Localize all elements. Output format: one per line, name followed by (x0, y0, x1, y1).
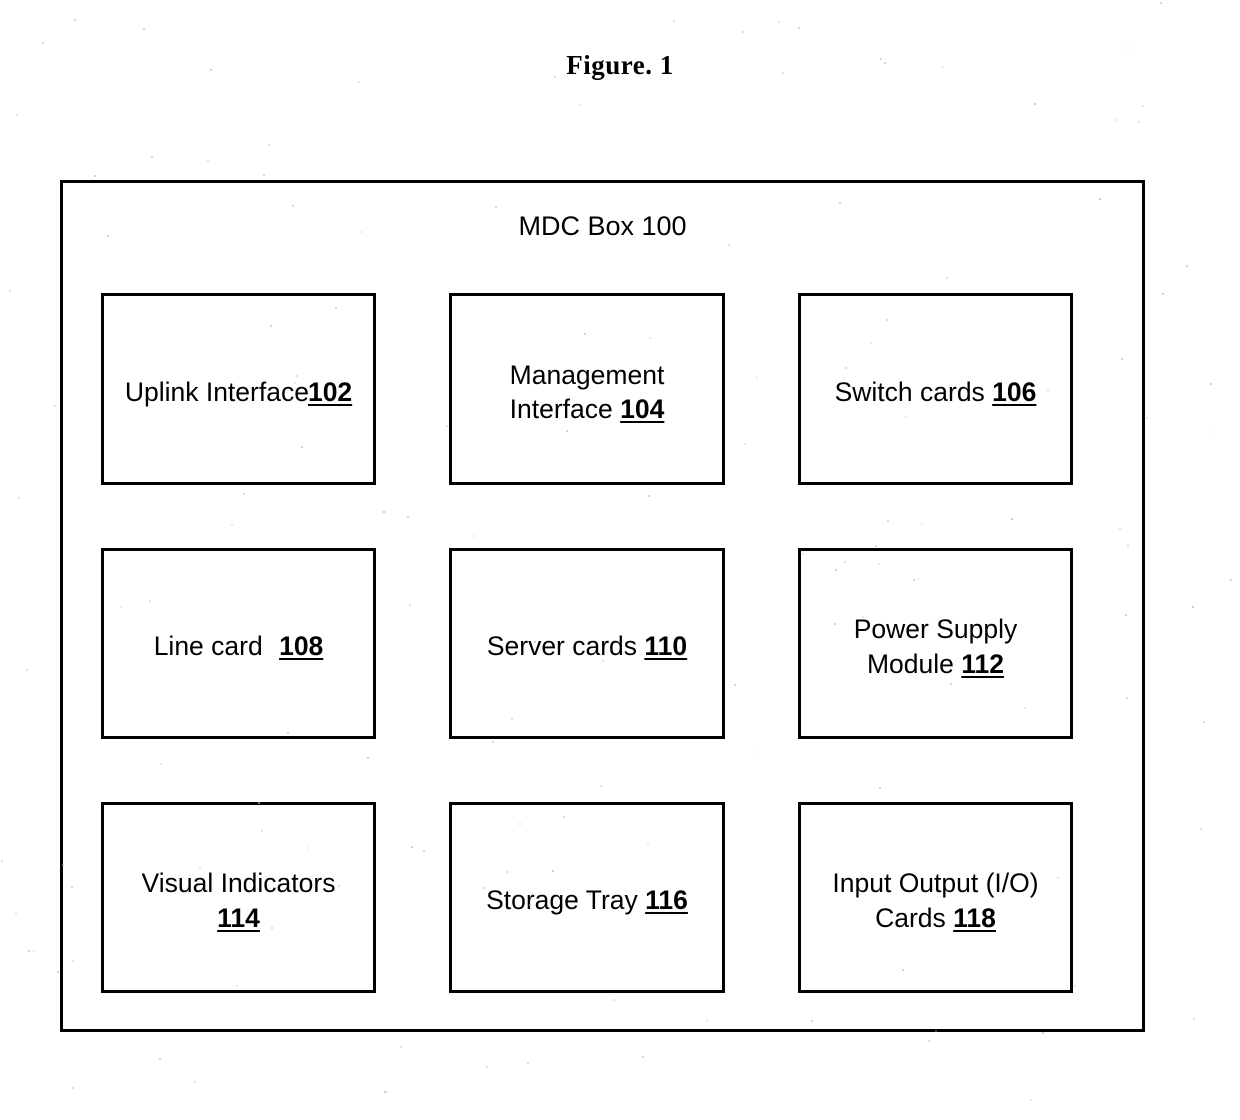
component-name-uplink-interface: Uplink Interface (124, 376, 309, 407)
component-box-uplink-interface: Uplink Interface102 (101, 293, 376, 485)
reference-numeral-106: 106 (992, 376, 1037, 407)
mdc-box-title: MDC Box 100 (518, 211, 687, 241)
reference-numeral-110: 110 (644, 631, 688, 662)
component-box-storage-tray: Storage Tray 116 (449, 802, 725, 993)
component-label-line-card: Line card 108 (148, 629, 330, 663)
component-label-storage-tray: Storage Tray 116 (480, 883, 694, 917)
reference-numeral-102: 102 (307, 376, 353, 407)
component-grid: Uplink Interface102 Management Interface … (101, 293, 1103, 993)
component-label-io-cards: Input Output (I/O) Cards 118 (826, 866, 1044, 935)
component-label-server-cards: Server cards 110 (481, 629, 693, 663)
component-box-visual-indicators: Visual Indicators 114 (101, 802, 376, 993)
component-name-switch-cards: Switch cards (834, 376, 993, 407)
component-box-switch-cards: Switch cards 106 (798, 293, 1073, 485)
component-name-server-cards: Server cards (486, 631, 645, 662)
reference-numeral-114: 114 (217, 902, 260, 933)
component-name-storage-tray: Storage Tray (486, 885, 646, 916)
component-label-power-supply-module: Power Supply Module 112 (848, 612, 1024, 681)
component-name-io-cards: Input Output (I/O) Cards (832, 868, 1039, 933)
component-name-visual-indicators: Visual Indicators (141, 868, 336, 899)
component-box-management-interface: Management Interface 104 (449, 293, 725, 485)
reference-numeral-118: 118 (953, 902, 996, 933)
reference-numeral-108: 108 (279, 631, 324, 662)
component-label-visual-indicators: Visual Indicators 114 (136, 866, 342, 935)
figure-caption: Figure. 1 (566, 50, 674, 80)
reference-numeral-104: 104 (620, 394, 665, 424)
component-label-switch-cards: Switch cards 106 (829, 375, 1043, 409)
component-box-server-cards: Server cards 110 (449, 548, 725, 739)
reference-numeral-112: 112 (961, 648, 1005, 679)
component-box-io-cards: Input Output (I/O) Cards 118 (798, 802, 1073, 993)
component-name-line-card: Line card (153, 631, 271, 662)
component-label-uplink-interface: Uplink Interface102 (119, 375, 358, 409)
component-box-line-card: Line card 108 (101, 548, 376, 739)
component-box-power-supply-module: Power Supply Module 112 (798, 548, 1073, 739)
reference-numeral-116: 116 (645, 885, 688, 916)
component-label-management-interface: Management Interface 104 (504, 358, 671, 427)
mdc-box-enclosure: MDC Box 100 Uplink Interface102 Managemen… (60, 180, 1145, 1032)
